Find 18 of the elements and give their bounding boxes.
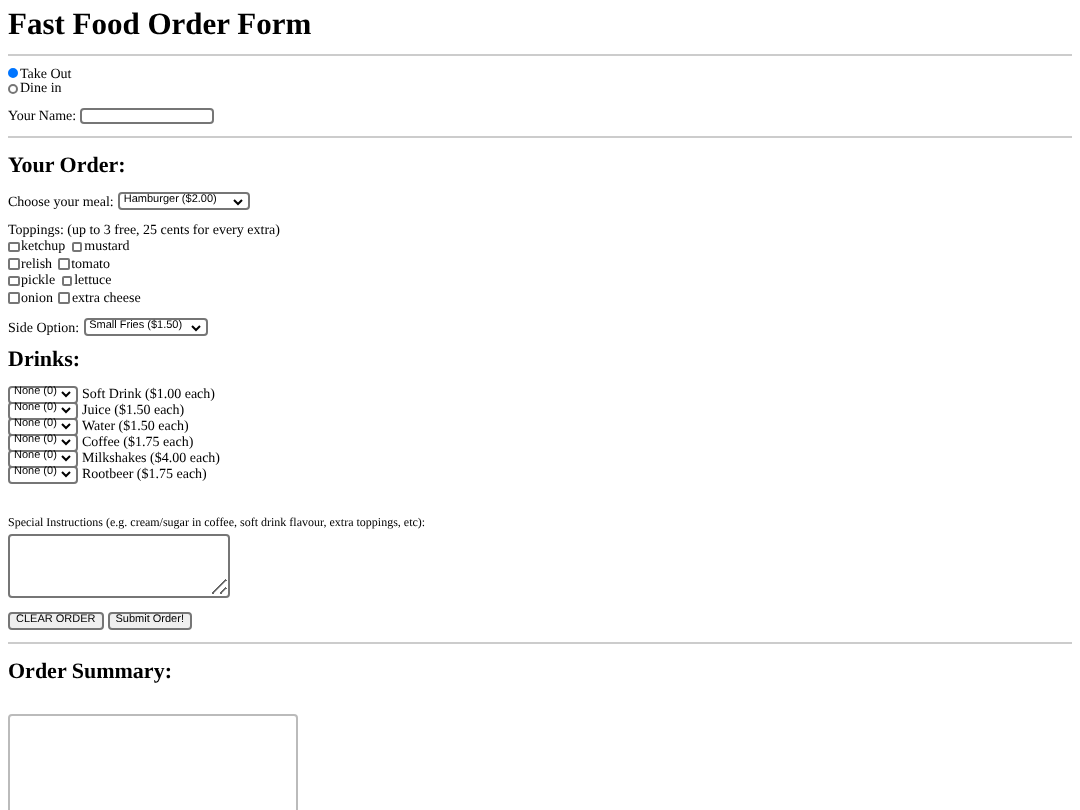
section-heading: Your Order: xyxy=(8,154,128,180)
radio-button[interactable] xyxy=(8,68,18,79)
checkbox[interactable] xyxy=(8,241,19,252)
checkbox[interactable] xyxy=(61,275,73,286)
checkbox[interactable] xyxy=(58,258,70,269)
section-heading: Order Summary: xyxy=(8,660,174,686)
checkbox[interactable] xyxy=(8,292,19,303)
checkbox[interactable] xyxy=(8,258,19,269)
checkbox[interactable] xyxy=(8,275,19,286)
instructions-field[interactable] xyxy=(8,534,230,598)
section-heading: Drinks: xyxy=(8,348,83,374)
chevron-down-icon xyxy=(189,323,202,331)
form-title: Fast Food Order Form xyxy=(8,8,314,44)
checkbox[interactable] xyxy=(58,292,70,303)
radio-button[interactable] xyxy=(8,83,18,94)
name-field[interactable] xyxy=(80,108,215,124)
chevron-down-icon xyxy=(231,197,244,205)
checkbox[interactable] xyxy=(71,241,83,252)
